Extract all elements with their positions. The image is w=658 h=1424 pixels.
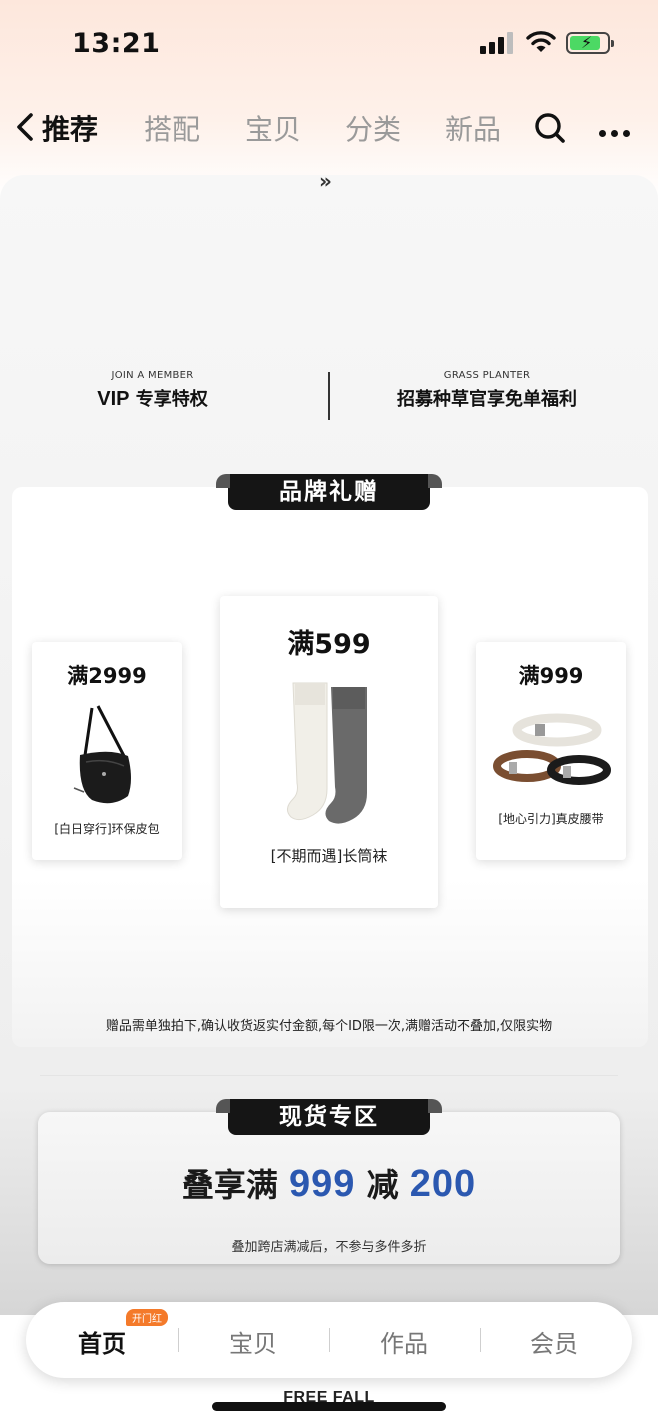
home-indicator[interactable] (212, 1402, 446, 1411)
stock-promo-subtitle: 叠加跨店满减后，不参与多件多折 (231, 1240, 427, 1255)
socks-image (220, 677, 438, 831)
tab-products[interactable]: 宝贝 (245, 108, 301, 148)
tabbar-products[interactable]: 宝贝 (193, 1324, 313, 1359)
more-icon[interactable] (599, 122, 635, 141)
gift-name: [白日穿行]环保皮包 (54, 822, 160, 836)
bottom-tab-bar: 首页 开门红 宝贝 作品 会员 (26, 1302, 632, 1378)
battery-icon: ⚡ (566, 32, 614, 54)
status-time: 13:21 (72, 28, 161, 59)
status-bar: 13:21 ⚡ (0, 0, 658, 90)
vip-member-entry[interactable]: JOIN A MEMBER VIP 专享特权 (75, 370, 230, 411)
signal-icon (480, 32, 516, 54)
belt-image (476, 704, 626, 808)
wifi-icon (526, 30, 556, 58)
gift-card-belt[interactable]: 满999 [地心引力]真皮腰带 (476, 642, 626, 860)
planter-en-label: GRASS PLANTER (443, 370, 531, 381)
tabbar-member[interactable]: 会员 (494, 1324, 614, 1359)
stock-section-title: 现货专区 (216, 1099, 442, 1135)
member-cn-label: VIP 专享特权 (97, 388, 208, 410)
back-icon[interactable] (14, 110, 36, 148)
grass-planter-entry[interactable]: GRASS PLANTER 招募种草官享免单福利 (372, 370, 602, 411)
member-en-label: JOIN A MEMBER (111, 370, 194, 381)
gift-threshold: 满999 (518, 664, 584, 688)
gift-card-bag[interactable]: 满2999 [白日穿行]环保皮包 (32, 642, 182, 860)
gift-name: [地心引力]真皮腰带 (498, 812, 604, 826)
gift-note: 赠品需单独拍下,确认收货返实付金额,每个ID限一次,满赠活动不叠加,仅限实物 (105, 1019, 553, 1034)
tab-outfit[interactable]: 搭配 (144, 108, 200, 148)
tab-recommend[interactable]: 推荐 (42, 108, 98, 148)
tabbar-separator (178, 1328, 179, 1352)
banner-divider (328, 372, 330, 420)
search-icon[interactable] (533, 111, 567, 149)
gift-name: [不期而遇]长筒袜 (270, 847, 388, 865)
tab-new[interactable]: 新品 (445, 108, 501, 148)
tabbar-home[interactable]: 首页 (42, 1324, 162, 1359)
tab-category[interactable]: 分类 (345, 108, 401, 148)
gift-threshold: 满2999 (67, 664, 147, 688)
gift-section-title: 品牌礼赠 (216, 474, 442, 510)
planter-cn-label: 招募种草官享免单福利 (397, 389, 577, 410)
section-divider (40, 1075, 618, 1076)
tabbar-separator (480, 1328, 481, 1352)
expand-chevron-icon[interactable]: » (319, 169, 332, 193)
gift-threshold: 满599 (287, 629, 371, 660)
stock-promo-text: 叠享满 999 减 200 (181, 1163, 477, 1205)
promo-badge: 开门红 (126, 1309, 168, 1326)
top-nav: 推荐 搭配 宝贝 分类 新品 (0, 100, 658, 156)
gift-card-socks[interactable]: 满599 [不期而遇]长筒袜 (220, 596, 438, 908)
tabbar-works[interactable]: 作品 (344, 1324, 464, 1359)
bag-image (32, 700, 182, 814)
tabbar-separator (329, 1328, 330, 1352)
